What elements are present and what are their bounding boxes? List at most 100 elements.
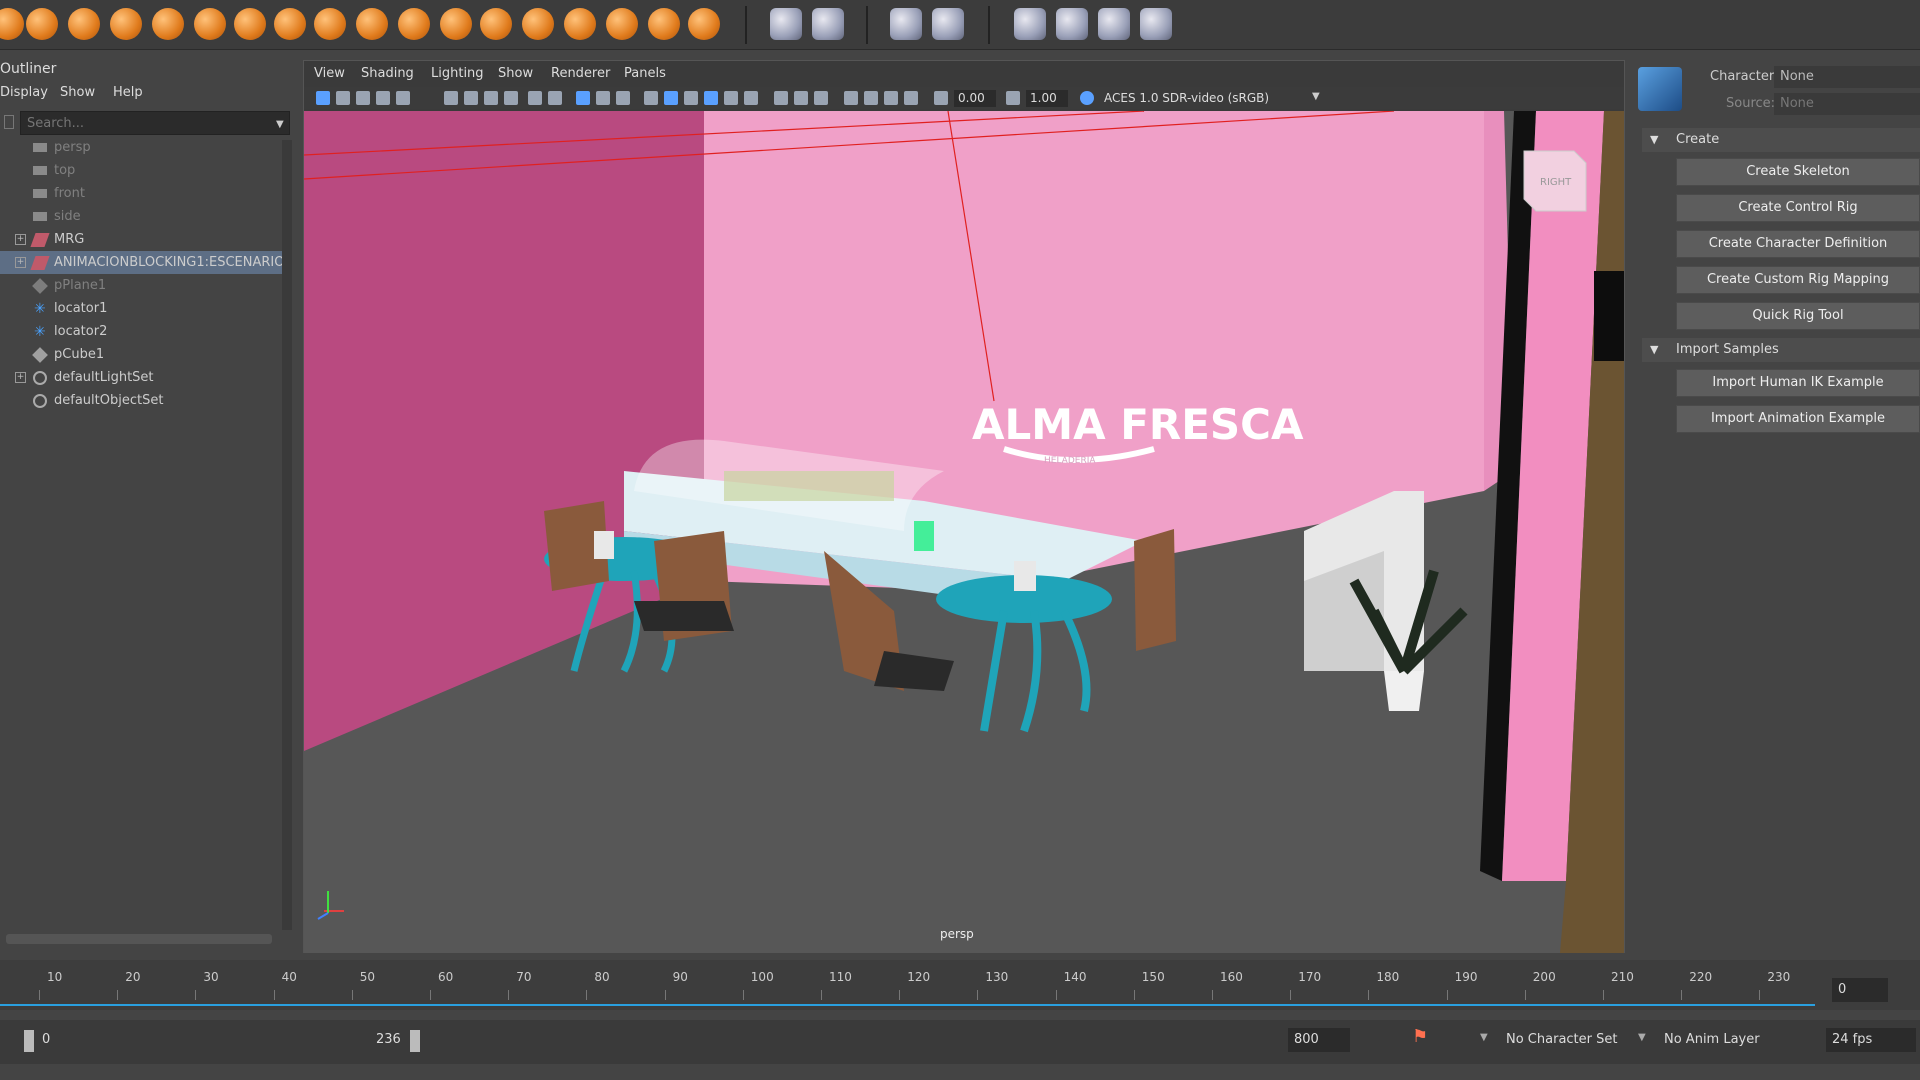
motion-blur-icon[interactable] bbox=[794, 91, 808, 105]
isolate-select-icon[interactable] bbox=[844, 91, 858, 105]
hypershade-icon[interactable] bbox=[1140, 8, 1172, 40]
chevron-down-icon[interactable]: ▼ bbox=[1480, 1032, 1488, 1043]
shelf-tool-icon[interactable] bbox=[274, 8, 306, 40]
outliner-item-escenario[interactable]: + ANIMACIONBLOCKING1:ESCENARIO bbox=[0, 251, 285, 274]
character-dropdown[interactable]: None bbox=[1774, 66, 1920, 88]
range-start-field[interactable]: 0 bbox=[36, 1028, 116, 1052]
outliner-vertical-scrollbar[interactable] bbox=[282, 140, 292, 930]
outliner-menu-help[interactable]: Help bbox=[113, 85, 143, 100]
safe-title-icon[interactable] bbox=[616, 91, 630, 105]
viewport-menu-renderer[interactable]: Renderer bbox=[551, 66, 610, 81]
fps-dropdown[interactable]: 24 fps bbox=[1826, 1028, 1916, 1052]
ambient-occlusion-icon[interactable] bbox=[774, 91, 788, 105]
search-options-chevron-icon[interactable]: ▼ bbox=[276, 119, 284, 130]
xray-joints-icon[interactable] bbox=[884, 91, 898, 105]
two-d-pan-icon[interactable] bbox=[396, 91, 410, 105]
range-end-handle[interactable] bbox=[410, 1030, 420, 1052]
bookmarks-icon[interactable] bbox=[356, 91, 370, 105]
anim-layer-dropdown[interactable]: No Anim Layer bbox=[1658, 1028, 1792, 1052]
shelf-tool-icon[interactable] bbox=[0, 8, 24, 40]
viewport-menu-view[interactable]: View bbox=[314, 66, 345, 81]
outliner-search-input[interactable] bbox=[20, 111, 290, 135]
outliner-item-pcube1[interactable]: pCube1 bbox=[0, 343, 282, 366]
shelf-tool-icon[interactable] bbox=[194, 8, 226, 40]
import-animation-example-button[interactable]: Import Animation Example bbox=[1676, 405, 1920, 433]
shadows-icon[interactable] bbox=[744, 91, 758, 105]
grid-tool-icon[interactable] bbox=[812, 8, 844, 40]
camera-attributes-icon[interactable] bbox=[336, 91, 350, 105]
shelf-tool-icon[interactable] bbox=[234, 8, 266, 40]
view-transform-dropdown[interactable]: ACES 1.0 SDR-video (sRGB) bbox=[1100, 90, 1328, 107]
render-settings-icon[interactable] bbox=[1056, 8, 1088, 40]
import-human-ik-example-button[interactable]: Import Human IK Example bbox=[1676, 369, 1920, 397]
outliner-item-defaultlightset[interactable]: + defaultLightSet bbox=[0, 366, 282, 389]
import-samples-section-header[interactable]: ▼ Import Samples bbox=[1642, 338, 1920, 362]
lights-icon[interactable] bbox=[724, 91, 738, 105]
camera-tool-icon[interactable] bbox=[890, 8, 922, 40]
viewport-menu-show[interactable]: Show bbox=[498, 66, 533, 81]
filter-icon[interactable] bbox=[4, 115, 14, 129]
ipr-render-icon[interactable] bbox=[1098, 8, 1130, 40]
character-set-dropdown[interactable]: No Character Set bbox=[1500, 1028, 1634, 1052]
shelf-tool-icon[interactable] bbox=[68, 8, 100, 40]
anti-aliasing-icon[interactable] bbox=[814, 91, 828, 105]
image-plane-icon[interactable] bbox=[376, 91, 390, 105]
select-camera-icon[interactable] bbox=[316, 91, 330, 105]
range-start-handle[interactable] bbox=[24, 1030, 34, 1052]
viewport-menu-lighting[interactable]: Lighting bbox=[431, 66, 484, 81]
expand-icon[interactable]: + bbox=[15, 372, 26, 383]
grease-pencil-icon[interactable] bbox=[444, 91, 458, 105]
viewport-menu-panels[interactable]: Panels bbox=[624, 66, 666, 81]
create-section-header[interactable]: ▼ Create bbox=[1642, 128, 1920, 152]
textured-icon[interactable] bbox=[704, 91, 718, 105]
gamma-icon[interactable] bbox=[1006, 91, 1020, 105]
gamma-field[interactable]: 1.00 bbox=[1026, 90, 1068, 107]
create-custom-rig-mapping-button[interactable]: Create Custom Rig Mapping bbox=[1676, 266, 1920, 294]
create-control-rig-button[interactable]: Create Control Rig bbox=[1676, 194, 1920, 222]
shelf-tool-icon[interactable] bbox=[110, 8, 142, 40]
shelf-tool-icon[interactable] bbox=[356, 8, 388, 40]
source-dropdown[interactable]: None bbox=[1774, 93, 1920, 115]
resolution-gate-icon[interactable] bbox=[504, 91, 518, 105]
shelf-tool-icon[interactable] bbox=[480, 8, 512, 40]
human-ik-logo-icon[interactable] bbox=[1638, 67, 1682, 111]
character-tool-icon[interactable] bbox=[932, 8, 964, 40]
chevron-down-icon[interactable]: ▼ bbox=[1312, 91, 1320, 102]
shelf-tool-icon[interactable] bbox=[440, 8, 472, 40]
backface-icon[interactable] bbox=[904, 91, 918, 105]
camera-lock-icon[interactable] bbox=[464, 91, 478, 105]
safe-action-icon[interactable] bbox=[596, 91, 610, 105]
outliner-item-pplane1[interactable]: pPlane1 bbox=[0, 274, 282, 297]
create-skeleton-button[interactable]: Create Skeleton bbox=[1676, 158, 1920, 186]
auto-key-icon[interactable]: ⚑ bbox=[1412, 1026, 1428, 1047]
outliner-item-persp[interactable]: persp bbox=[0, 136, 282, 159]
outliner-item-defaultobjectset[interactable]: defaultObjectSet bbox=[0, 389, 282, 412]
outliner-menu-display[interactable]: Display bbox=[0, 85, 48, 100]
smooth-shade-icon[interactable] bbox=[664, 91, 678, 105]
shelf-tool-icon[interactable] bbox=[398, 8, 430, 40]
create-character-definition-button[interactable]: Create Character Definition bbox=[1676, 230, 1920, 258]
outliner-item-locator1[interactable]: ✳ locator1 bbox=[0, 297, 282, 320]
shelf-tool-icon[interactable] bbox=[314, 8, 346, 40]
outliner-item-side[interactable]: side bbox=[0, 205, 282, 228]
shelf-tool-icon[interactable] bbox=[606, 8, 638, 40]
exposure-icon[interactable] bbox=[934, 91, 948, 105]
wireframe-icon[interactable] bbox=[644, 91, 658, 105]
chevron-down-icon[interactable]: ▼ bbox=[1638, 1032, 1646, 1043]
xray-icon[interactable] bbox=[864, 91, 878, 105]
time-slider[interactable]: 10 20 30 40 50 60 70 80 90 100 110 120 130 140 150 160 1… bbox=[0, 960, 1920, 1010]
shelf-tool-icon[interactable] bbox=[688, 8, 720, 40]
viewport-3d-scene[interactable]: RIGHT ALMA FRESCA HELADERIA bbox=[304, 111, 1624, 953]
outliner-horizontal-scrollbar[interactable] bbox=[6, 934, 272, 944]
outliner-menu-show[interactable]: Show bbox=[60, 85, 95, 100]
outliner-item-mrg[interactable]: + MRG bbox=[0, 228, 282, 251]
shelf-tool-icon[interactable] bbox=[522, 8, 554, 40]
gate-mask-icon[interactable] bbox=[528, 91, 542, 105]
exposure-field[interactable]: 0.00 bbox=[954, 90, 996, 107]
wireframe-on-shaded-icon[interactable] bbox=[684, 91, 698, 105]
grid-icon[interactable] bbox=[576, 91, 590, 105]
shelf-tool-icon[interactable] bbox=[152, 8, 184, 40]
outliner-item-top[interactable]: top bbox=[0, 159, 282, 182]
viewport-menu-shading[interactable]: Shading bbox=[361, 66, 414, 81]
particle-tool-icon[interactable] bbox=[770, 8, 802, 40]
